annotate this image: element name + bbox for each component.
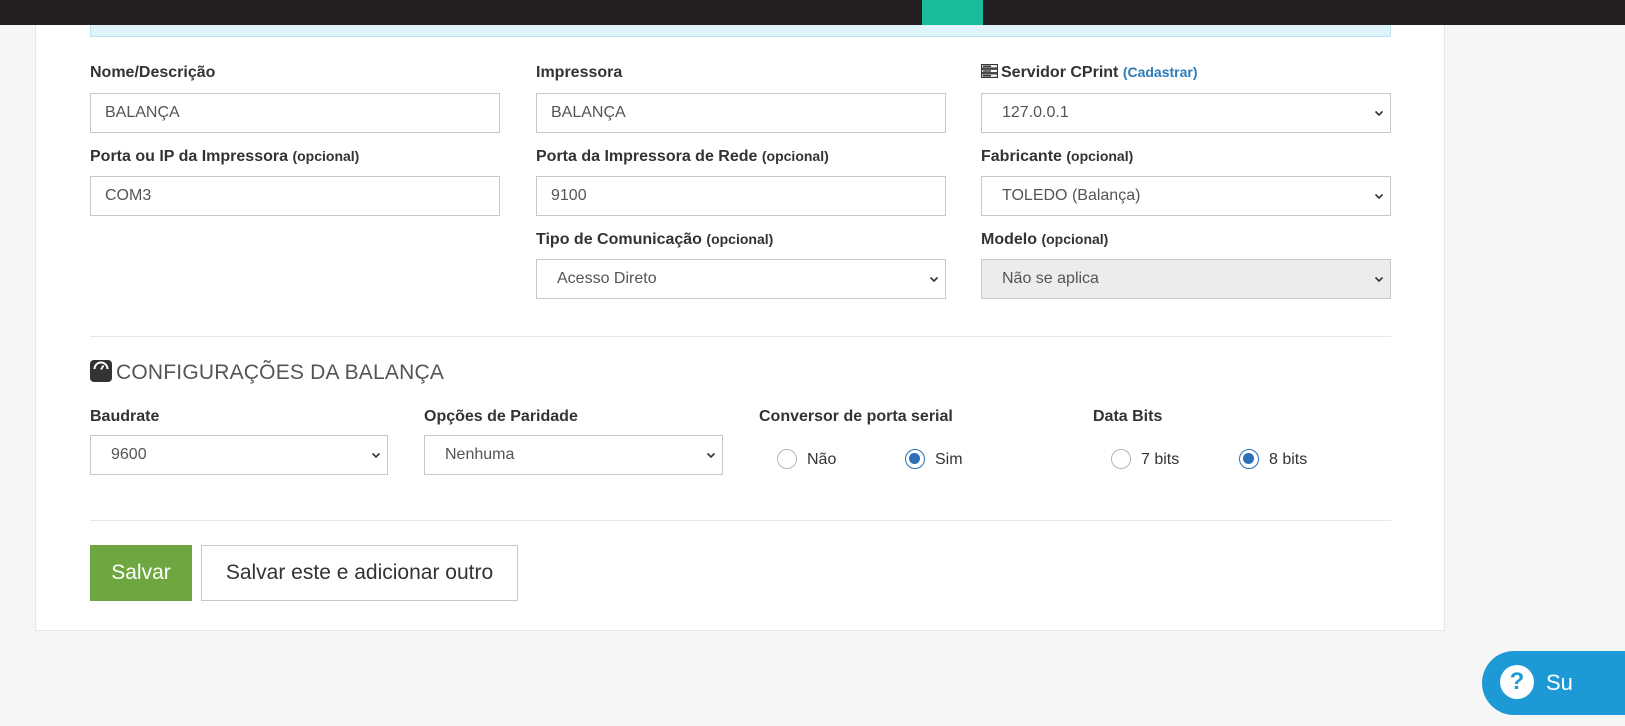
porta-rede-label-text: Porta da Impressora de Rede xyxy=(536,148,758,165)
conversor-sim-radio[interactable] xyxy=(905,449,925,469)
servidor-value: 127.0.0.1 xyxy=(1002,104,1069,121)
cadastrar-link[interactable]: (Cadastrar) xyxy=(1123,64,1198,80)
modelo-value: Não se aplica xyxy=(1002,270,1099,287)
conversor-label: Conversor de porta serial xyxy=(759,408,953,426)
conversor-sim-label[interactable]: Sim xyxy=(935,451,963,469)
tipo-comunicacao-select[interactable]: Acesso Direto xyxy=(536,259,946,299)
impressora-value: BALANÇA xyxy=(551,104,626,121)
nome-input[interactable]: BALANÇA xyxy=(90,93,500,133)
support-label: Su xyxy=(1546,670,1573,695)
active-nav-tab[interactable] xyxy=(922,0,983,25)
data-bits-8-label[interactable]: 8 bits xyxy=(1269,451,1307,469)
optional-tag: (opcional) xyxy=(761,148,829,164)
actions-divider xyxy=(90,520,1391,521)
paridade-label: Opções de Paridade xyxy=(424,408,578,426)
modelo-select[interactable]: Não se aplica xyxy=(981,259,1391,299)
baudrate-select[interactable]: 9600 xyxy=(90,435,388,475)
porta-ip-value: COM3 xyxy=(105,187,152,204)
chevron-down-icon xyxy=(930,276,938,283)
fabricante-value: TOLEDO (Balança) xyxy=(1002,187,1141,204)
data-bits-7-label[interactable]: 7 bits xyxy=(1141,451,1179,469)
nome-value: BALANÇA xyxy=(105,104,180,121)
servidor-label: Servidor CPrint (Cadastrar) xyxy=(980,63,1198,83)
data-bits-7-radio[interactable] xyxy=(1111,449,1131,469)
modelo-label-text: Modelo xyxy=(981,231,1037,248)
conversor-label-text: Conversor de porta serial xyxy=(759,408,953,425)
tipo-comunicacao-value: Acesso Direto xyxy=(557,270,657,287)
conversor-nao-label[interactable]: Não xyxy=(807,451,836,469)
servidor-select[interactable]: 127.0.0.1 xyxy=(981,93,1391,133)
tipo-comunicacao-label: Tipo de Comunicação (opcional) xyxy=(536,231,773,249)
fabricante-label: Fabricante (opcional) xyxy=(981,148,1133,166)
paridade-value: Nenhuma xyxy=(445,446,515,463)
top-navbar xyxy=(0,0,1625,25)
modelo-label: Modelo (opcional) xyxy=(981,231,1108,249)
section-title: CONFIGURAÇÕES DA BALANÇA xyxy=(90,360,444,388)
section-divider xyxy=(90,336,1391,337)
paridade-select[interactable]: Nenhuma xyxy=(424,435,723,475)
tipo-comunicacao-label-text: Tipo de Comunicação xyxy=(536,231,702,248)
impressora-label-text: Impressora xyxy=(536,64,623,81)
baudrate-label: Baudrate xyxy=(90,408,159,426)
optional-tag: (opcional) xyxy=(706,231,774,247)
section-title-text: CONFIGURAÇÕES DA BALANÇA xyxy=(116,361,445,384)
porta-ip-label-text: Porta ou IP da Impressora xyxy=(90,148,288,165)
fabricante-label-text: Fabricante xyxy=(981,148,1062,165)
impressora-input[interactable]: BALANÇA xyxy=(536,93,946,133)
impressora-label: Impressora xyxy=(536,64,622,82)
server-icon xyxy=(980,63,999,83)
nome-label: Nome/Descrição xyxy=(90,64,215,82)
chevron-down-icon xyxy=(1375,276,1383,283)
help-icon: ? xyxy=(1500,665,1534,699)
paridade-label-text: Opções de Paridade xyxy=(424,408,578,425)
data-bits-label: Data Bits xyxy=(1093,408,1162,426)
save-button[interactable]: Salvar xyxy=(90,545,192,601)
porta-ip-input[interactable]: COM3 xyxy=(90,176,500,216)
optional-tag: (opcional) xyxy=(292,148,360,164)
optional-tag: (opcional) xyxy=(1041,231,1109,247)
porta-rede-label: Porta da Impressora de Rede (opcional) xyxy=(536,148,829,166)
chevron-down-icon xyxy=(1375,193,1383,200)
servidor-label-text: Servidor CPrint xyxy=(1001,64,1119,81)
data-bits-label-text: Data Bits xyxy=(1093,408,1163,425)
conversor-nao-radio[interactable] xyxy=(777,449,797,469)
chevron-down-icon xyxy=(1375,110,1383,117)
optional-tag: (opcional) xyxy=(1066,148,1134,164)
porta-ip-label: Porta ou IP da Impressora (opcional) xyxy=(90,148,359,166)
chevron-down-icon xyxy=(707,452,715,459)
scale-icon xyxy=(90,360,112,388)
nome-label-text: Nome/Descrição xyxy=(90,64,216,81)
chevron-down-icon xyxy=(372,452,380,459)
data-bits-8-radio[interactable] xyxy=(1239,449,1259,469)
porta-rede-input[interactable]: 9100 xyxy=(536,176,946,216)
support-button[interactable]: ? Su xyxy=(1482,651,1625,715)
baudrate-label-text: Baudrate xyxy=(90,408,160,425)
baudrate-value: 9600 xyxy=(111,446,147,463)
save-and-add-button[interactable]: Salvar este e adicionar outro xyxy=(201,545,518,601)
porta-rede-value: 9100 xyxy=(551,187,587,204)
info-alert-strip xyxy=(90,25,1391,37)
fabricante-select[interactable]: TOLEDO (Balança) xyxy=(981,176,1391,216)
